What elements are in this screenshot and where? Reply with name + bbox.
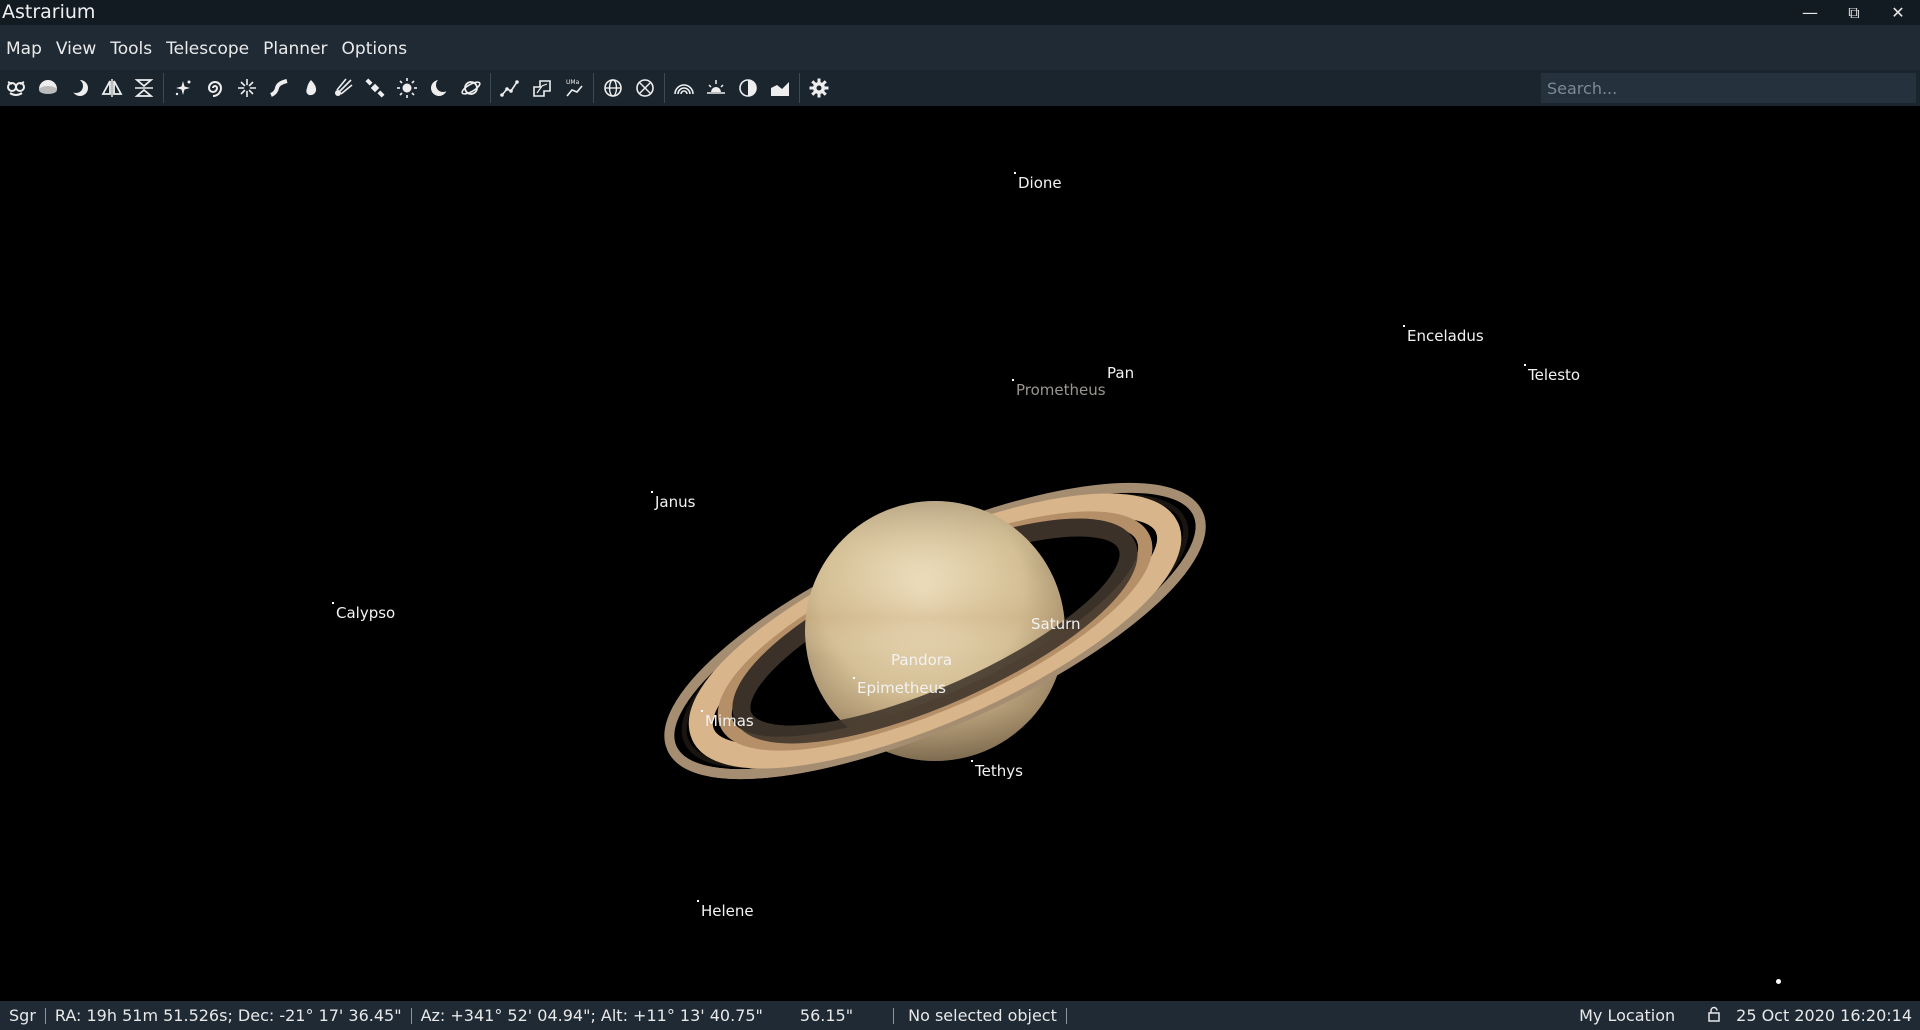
status-horizontal-coords: Az: +341° 52' 04.94"; Alt: +11° 13' 40.7…: [420, 1006, 763, 1025]
svg-text:UMa: UMa: [566, 79, 580, 86]
moon-dot: [1524, 364, 1526, 366]
constellation-borders-icon[interactable]: [527, 73, 557, 103]
menu-planner[interactable]: Planner: [256, 39, 334, 59]
moon-icon[interactable]: [424, 73, 454, 103]
star-point[interactable]: [1776, 979, 1781, 984]
planet-icon[interactable]: [456, 73, 486, 103]
moon-dot: [853, 677, 855, 679]
landscape-icon[interactable]: [765, 73, 795, 103]
moon-label: Epimetheus: [857, 679, 946, 697]
horizon-ground-icon[interactable]: [33, 73, 63, 103]
menu-tools[interactable]: Tools: [103, 39, 159, 59]
moon-dot: [1403, 325, 1405, 327]
moon-label: Helene: [701, 902, 754, 920]
moon-label: Mimas: [705, 712, 754, 730]
saturn-planet[interactable]: [640, 476, 1230, 786]
moon-label: Dione: [1018, 174, 1062, 192]
restore-icon[interactable]: ⧉: [1832, 0, 1876, 25]
comet-icon[interactable]: [328, 73, 358, 103]
status-right-group: My Location 25 Oct 2020 16:20:14: [1570, 1001, 1920, 1030]
moon-label: Enceladus: [1407, 327, 1484, 345]
status-fov: 56.15": [799, 1006, 854, 1025]
horizontal-grid-icon[interactable]: [630, 73, 660, 103]
owl-icon[interactable]: [1, 73, 31, 103]
moon-label: Janus: [655, 493, 696, 511]
status-bar: Sgr RA: 19h 51m 51.526s; Dec: -21° 17' 3…: [0, 1001, 1920, 1030]
moon-dot: [1012, 379, 1014, 381]
moon-label: Pandora: [891, 651, 953, 669]
menu-options[interactable]: Options: [335, 39, 415, 59]
status-equatorial-coords: RA: 19h 51m 51.526s; Dec: -21° 17' 36.45…: [54, 1006, 402, 1025]
moon-label: Pan: [1107, 364, 1135, 382]
mirror-vertical-icon[interactable]: [129, 73, 159, 103]
search-input[interactable]: [1541, 73, 1916, 103]
menu-telescope[interactable]: Telescope: [159, 39, 256, 59]
moon-dot: [651, 491, 653, 493]
constellation-labels-icon[interactable]: UMa: [559, 73, 589, 103]
milky-way-icon[interactable]: [264, 73, 294, 103]
app-title: Astrarium: [2, 1, 96, 23]
toolbar-separator: [490, 73, 491, 103]
moon-label: Tethys: [975, 762, 1023, 780]
equatorial-grid-icon[interactable]: [598, 73, 628, 103]
stars-icon[interactable]: [168, 73, 198, 103]
menu-view[interactable]: View: [49, 39, 103, 59]
toolbar: UMa: [0, 70, 1920, 106]
moon-label: Telesto: [1528, 366, 1581, 384]
constellation-lines-icon[interactable]: [495, 73, 525, 103]
galaxy-icon[interactable]: [200, 73, 230, 103]
earthshine-icon[interactable]: [733, 73, 763, 103]
lock-icon[interactable]: [1701, 1006, 1727, 1026]
mirror-horizontal-icon[interactable]: [97, 73, 127, 103]
moon-label: Prometheus: [1016, 381, 1106, 399]
toolbar-separator: [799, 73, 800, 103]
star-cluster-icon[interactable]: [232, 73, 262, 103]
satellite-icon[interactable]: [360, 73, 390, 103]
toolbar-separator: [664, 73, 665, 103]
status-selected-object: No selected object: [908, 1006, 1057, 1025]
toolbar-separator: [163, 73, 164, 103]
planet-label-saturn[interactable]: Saturn: [1031, 615, 1081, 633]
moon-dot: [971, 760, 973, 762]
title-bar: Astrarium — ⧉ ✕: [0, 0, 1920, 25]
moon-dot: [1014, 172, 1016, 174]
moon-dot: [332, 602, 334, 604]
moon-dot: [701, 710, 703, 712]
moon-phase-icon[interactable]: [65, 73, 95, 103]
atmosphere-icon[interactable]: [669, 73, 699, 103]
sky-map[interactable]: Dione Enceladus Telesto Pan Prometheus J…: [0, 106, 1920, 1001]
status-location[interactable]: My Location: [1570, 1006, 1701, 1025]
status-separator: [1065, 1007, 1067, 1024]
status-datetime[interactable]: 25 Oct 2020 16:20:14: [1727, 1006, 1920, 1025]
window-controls: — ⧉ ✕: [1788, 0, 1920, 25]
toolbar-separator: [593, 73, 594, 103]
moon-label: Calypso: [336, 604, 396, 622]
minimize-icon[interactable]: —: [1788, 0, 1832, 25]
sun-icon[interactable]: [392, 73, 422, 103]
sunrise-icon[interactable]: [701, 73, 731, 103]
settings-icon[interactable]: [804, 73, 834, 103]
nebula-icon[interactable]: [296, 73, 326, 103]
status-constellation: Sgr: [9, 1006, 36, 1025]
menu-map[interactable]: Map: [0, 39, 49, 59]
close-icon[interactable]: ✕: [1876, 0, 1920, 25]
menu-bar: Map View Tools Telescope Planner Options: [0, 25, 1920, 73]
moon-dot: [697, 900, 699, 902]
